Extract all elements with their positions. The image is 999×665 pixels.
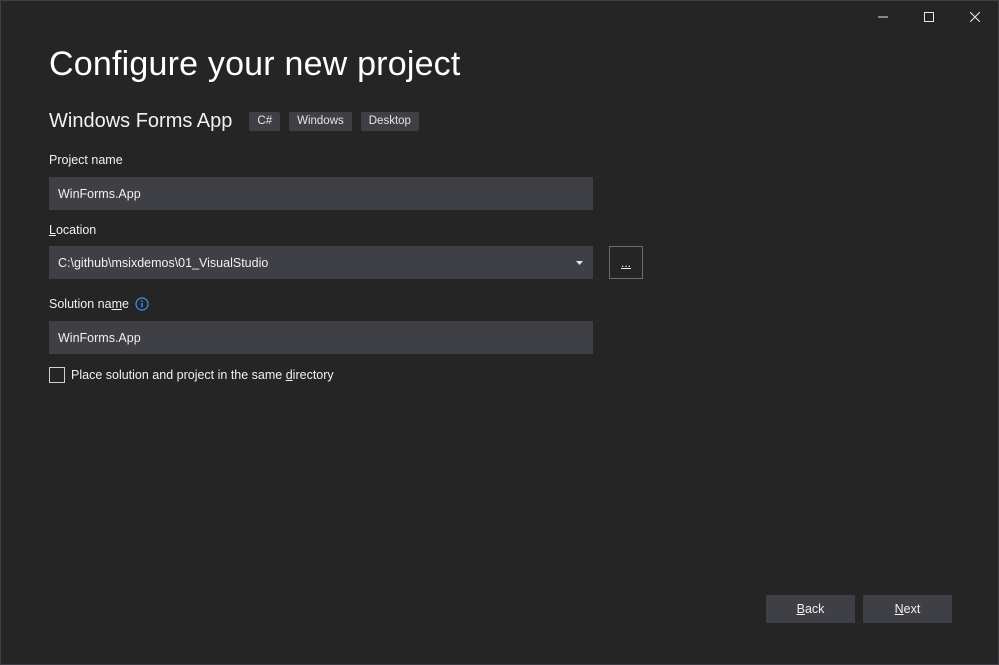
location-label-accel: L xyxy=(49,223,56,237)
info-icon[interactable] xyxy=(135,297,149,314)
solution-name-label: Solution name xyxy=(49,297,149,314)
next-button[interactable]: Next xyxy=(863,595,952,623)
project-name-input[interactable]: WinForms.App xyxy=(49,177,593,210)
solution-name-label-post: e xyxy=(121,297,129,311)
tag-project-type: Desktop xyxy=(360,112,419,131)
tag-platform: Windows xyxy=(289,112,352,131)
solution-name-label-pre: Solution na xyxy=(49,297,112,311)
template-info: Windows Forms App C# Windows Desktop xyxy=(49,110,428,133)
same-directory-label-pre: Place solution and project in the same xyxy=(71,368,286,382)
solution-name-label-accel: m xyxy=(111,297,122,311)
window-controls xyxy=(860,1,998,33)
project-name-value: WinForms.App xyxy=(58,186,141,201)
page-title: Configure your new project xyxy=(49,45,461,83)
same-directory-option[interactable]: Place solution and project in the same d… xyxy=(49,367,334,383)
tag-language: C# xyxy=(249,112,281,131)
maximize-icon xyxy=(924,12,934,22)
dropdown-arrow-icon[interactable] xyxy=(574,260,584,265)
minimize-icon xyxy=(878,16,888,18)
same-directory-label[interactable]: Place solution and project in the same d… xyxy=(71,368,334,382)
dialog-window: Configure your new project Windows Forms… xyxy=(0,0,999,665)
back-button[interactable]: Back xyxy=(766,595,855,623)
close-button[interactable] xyxy=(952,1,998,33)
location-value: C:\github\msixdemos\01_VisualStudio xyxy=(58,255,269,270)
solution-name-value: WinForms.App xyxy=(58,330,141,345)
minimize-button[interactable] xyxy=(860,1,906,33)
back-label-accel: B xyxy=(796,602,805,616)
browse-label: ... xyxy=(620,255,631,270)
location-combobox[interactable]: C:\github\msixdemos\01_VisualStudio xyxy=(49,246,593,279)
next-label-accel: N xyxy=(894,602,904,616)
location-label: Location xyxy=(49,223,96,237)
same-directory-label-accel: d xyxy=(285,368,293,382)
back-label-rest: ack xyxy=(804,602,825,616)
same-directory-label-post: irectory xyxy=(292,368,334,382)
next-label-rest: ext xyxy=(903,602,921,616)
browse-button[interactable]: ... xyxy=(609,246,643,279)
maximize-button[interactable] xyxy=(906,1,952,33)
solution-name-input[interactable]: WinForms.App xyxy=(49,321,593,354)
same-directory-checkbox[interactable] xyxy=(49,367,65,383)
template-name: Windows Forms App xyxy=(49,110,233,132)
location-label-rest: ocation xyxy=(55,223,97,237)
close-icon xyxy=(970,12,980,22)
project-name-label: Project name xyxy=(49,153,123,167)
